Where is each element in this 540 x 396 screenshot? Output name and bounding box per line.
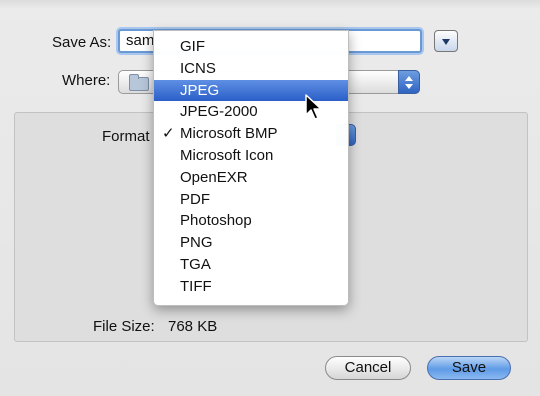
where-label: Where: xyxy=(62,72,111,89)
format-menu-list: GIF ICNS JPEG JPEG-2000 ✓ Microsoft BMP Micros… xyxy=(154,31,348,298)
format-menu-item-label: GIF xyxy=(180,38,205,55)
dialog-top-edge xyxy=(0,0,540,8)
save-dialog: Save As: sam Where: Format File Size: 76… xyxy=(0,0,540,396)
format-menu-item[interactable]: OpenEXR xyxy=(154,167,348,189)
format-menu-item-label: JPEG xyxy=(180,81,220,99)
save-as-label: Save As: xyxy=(52,34,112,51)
format-menu-item-label: PNG xyxy=(180,234,213,252)
popup-stepper-icon xyxy=(398,70,420,94)
save-button[interactable]: Save xyxy=(427,356,511,380)
file-size-value: 768 KB xyxy=(168,318,218,335)
format-menu-item-label: TIFF xyxy=(180,277,212,295)
format-menu-item-label: JPEG-2000 xyxy=(180,103,258,121)
format-menu-item[interactable]: Photoshop xyxy=(154,210,348,232)
format-menu-item[interactable]: PDF xyxy=(154,189,348,211)
format-menu-item[interactable]: TGA xyxy=(154,254,348,276)
format-menu-item-label: Microsoft BMP xyxy=(180,125,278,143)
checkmark-icon: ✓ xyxy=(162,125,175,143)
format-menu-item-label: Microsoft Icon xyxy=(180,146,274,164)
expand-button[interactable] xyxy=(434,30,458,52)
format-menu-item[interactable]: GIF xyxy=(154,36,348,58)
format-menu-item-label: ICNS xyxy=(180,59,216,77)
format-menu-item-label: OpenEXR xyxy=(180,168,248,186)
format-menu-item-label: TGA xyxy=(180,255,211,273)
cancel-button[interactable]: Cancel xyxy=(325,356,411,380)
mouse-pointer-icon xyxy=(305,94,322,120)
folder-icon xyxy=(129,74,149,91)
format-menu-item[interactable]: PNG xyxy=(154,232,348,254)
format-menu-item[interactable]: ICNS xyxy=(154,58,348,80)
format-menu: GIF ICNS JPEG JPEG-2000 ✓ Microsoft BMP Micros… xyxy=(153,30,349,306)
format-label: Format xyxy=(102,128,150,145)
format-menu-item-label: PDF xyxy=(180,190,210,208)
format-menu-item-label: Photoshop xyxy=(180,212,252,230)
format-menu-item[interactable]: ✓ Microsoft BMP xyxy=(154,123,348,145)
format-menu-item[interactable]: Microsoft Icon xyxy=(154,145,348,167)
format-menu-item[interactable]: TIFF xyxy=(154,276,348,298)
file-size-label: File Size: xyxy=(93,318,155,335)
disclosure-triangle-icon xyxy=(442,39,450,45)
